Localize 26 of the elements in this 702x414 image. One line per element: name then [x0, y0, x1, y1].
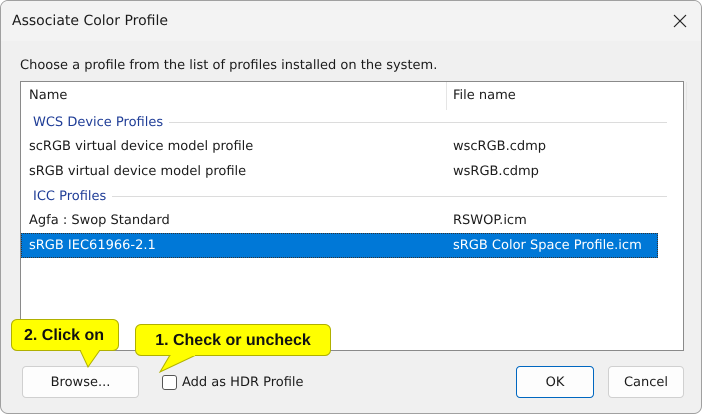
instruction-text: Choose a profile from the list of profiles installed on the system. [20, 57, 438, 75]
file-name: wscRGB.cdmp [452, 139, 548, 154]
file-name: RSWOP.icm [452, 213, 528, 228]
ok-button[interactable]: OK [516, 366, 594, 398]
browse-button[interactable]: Browse... [22, 366, 139, 398]
profile-row[interactable]: sRGB virtual device model profile wsRGB.cdmp [21, 159, 658, 184]
close-icon[interactable] [673, 14, 687, 28]
profile-name: Agfa : Swop Standard [28, 213, 171, 228]
hdr-checkbox[interactable] [162, 374, 177, 390]
profile-name: scRGB virtual device model profile [28, 139, 254, 154]
file-name: sRGB Color Space Profile.icm [452, 238, 643, 253]
group-header: ICC Profiles [33, 188, 106, 204]
group-header: WCS Device Profiles [33, 114, 164, 130]
column-header[interactable]: Name [21, 82, 446, 110]
profile-name: sRGB virtual device model profile [28, 164, 248, 179]
profile-row[interactable]: scRGB virtual device model profile wscRGB.cdmp [21, 134, 658, 159]
file-name: wsRGB.cdmp [452, 164, 540, 179]
profile-name: sRGB IEC61966-2.1 [28, 238, 157, 253]
column-header[interactable]: File name [446, 82, 686, 110]
cancel-button[interactable]: Cancel [608, 366, 684, 398]
window-title: Associate Color Profile [12, 13, 168, 29]
profile-row[interactable]: Agfa : Swop Standard RSWOP.icm [21, 208, 658, 233]
profile-row[interactable]: sRGB IEC61966-2.1 sRGB Color Space Profile.icm [21, 233, 658, 258]
checkbox-label: Add as HDR Profile [182, 374, 304, 390]
callout-pointer [80, 350, 100, 368]
callout-pointer [158, 355, 198, 373]
